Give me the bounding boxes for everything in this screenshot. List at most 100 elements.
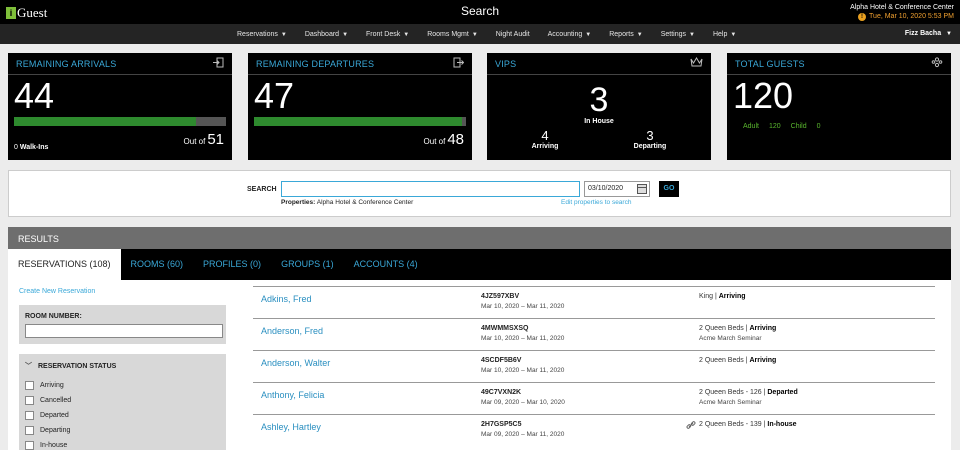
- reservation-status: Departed: [767, 389, 798, 396]
- people-icon: [931, 56, 943, 71]
- reservation-row[interactable]: Anthony, Felicia 49C7VXN2K Mar 09, 2020 – …: [253, 382, 935, 415]
- results-header: RESULTS: [8, 227, 951, 249]
- property-name: Alpha Hotel & Conference Center: [850, 4, 954, 11]
- tab-groups[interactable]: GROUPS (1): [271, 249, 344, 280]
- card-header: VIPS: [487, 53, 711, 75]
- vips-departing-count: 3: [646, 128, 654, 143]
- nav-item-label: Reports: [609, 30, 634, 38]
- guest-breakdown: Adult 120 Child 0: [743, 123, 831, 130]
- arrivals-total: 51: [207, 131, 224, 148]
- reservation-row[interactable]: Anderson, Walter 4SCDF5B6V Mar 10, 2020 – …: [253, 350, 935, 383]
- tab-reservations[interactable]: RESERVATIONS (108): [8, 249, 121, 280]
- create-reservation-link[interactable]: Create New Reservation: [19, 288, 95, 295]
- confirmation-number: 4SCDF5B6V: [481, 357, 522, 364]
- child-count: 0: [816, 123, 821, 130]
- card-title: REMAINING ARRIVALS: [16, 58, 117, 69]
- nav-item-reservations[interactable]: Reservations ▼: [237, 31, 287, 38]
- card-title: VIPS: [495, 58, 517, 69]
- search-input[interactable]: [281, 181, 580, 197]
- date-value: 03/10/2020: [588, 185, 624, 192]
- vips-in-house-count: 3: [589, 81, 609, 119]
- room-info: 2 Queen Beds | Arriving: [699, 325, 776, 332]
- nav-item-night-audit[interactable]: Night Audit: [496, 31, 530, 38]
- room-info: 2 Queen Beds - 126 | Departed: [699, 389, 798, 396]
- guest-name-link[interactable]: Ashley, Hartley: [261, 422, 321, 432]
- nav-item-accounting[interactable]: Accounting ▼: [548, 31, 592, 38]
- status-option-label: Departed: [40, 412, 69, 419]
- status-option-cancelled[interactable]: Cancelled: [25, 396, 71, 405]
- nav-item-settings[interactable]: Settings ▼: [661, 31, 695, 38]
- guest-name-link[interactable]: Adkins, Fred: [261, 294, 312, 304]
- nav-item-rooms-mgmt[interactable]: Rooms Mgmt ▼: [427, 31, 478, 38]
- status-option-arriving[interactable]: Arriving: [25, 381, 64, 390]
- guest-name-link[interactable]: Anderson, Fred: [261, 326, 323, 336]
- vips-arriving: 4 Arriving: [515, 129, 575, 150]
- guest-name-link[interactable]: Anderson, Walter: [261, 358, 330, 368]
- header-info: Alpha Hotel & Conference Center ! Tue, M…: [850, 3, 954, 21]
- reservation-row[interactable]: Anderson, Fred 4MWMMSXSQ Mar 10, 2020 – Ma…: [253, 318, 935, 351]
- tab-accounts[interactable]: ACCOUNTS (4): [344, 249, 428, 280]
- tab-profiles[interactable]: PROFILES (0): [193, 249, 271, 280]
- edit-properties-link[interactable]: Edit properties to search: [561, 199, 631, 206]
- user-menu[interactable]: Fizz Bacha ▼: [905, 30, 952, 37]
- guest-name-link[interactable]: Anthony, Felicia: [261, 390, 324, 400]
- nav-item-reports[interactable]: Reports ▼: [609, 31, 642, 38]
- checkbox[interactable]: [25, 396, 34, 405]
- link-icon[interactable]: [686, 420, 696, 432]
- remaining-arrivals-card[interactable]: REMAINING ARRIVALS 44 Out of 51 0 Walk-In…: [8, 53, 232, 160]
- card-title: TOTAL GUESTS: [735, 58, 805, 69]
- nav-menu: Reservations ▼ Dashboard ▼ Front Desk ▼ Rooms …: [237, 24, 754, 44]
- date-field[interactable]: 03/10/2020: [584, 181, 650, 197]
- confirmation-number: 49C7VXN2K: [481, 389, 522, 396]
- chevron-down-icon: ▼: [280, 31, 287, 38]
- calendar-icon[interactable]: [637, 184, 647, 194]
- checkbox[interactable]: [25, 441, 34, 450]
- nav-item-label: Help: [712, 30, 728, 38]
- status-option-departing[interactable]: Departing: [25, 426, 70, 435]
- status-option-in-house[interactable]: In-house: [25, 441, 67, 450]
- confirmation-number: 4MWMMSXSQ: [481, 325, 529, 332]
- room-type: 2 Queen Beds |: [699, 357, 750, 364]
- checkbox[interactable]: [25, 411, 34, 420]
- walk-ins-label: Walk-Ins: [19, 144, 49, 151]
- room-info: 2 Queen Beds - 139 | In-house: [699, 421, 797, 428]
- chevron-down-icon: ▼: [636, 31, 643, 38]
- room-number-input[interactable]: [25, 324, 223, 338]
- reservation-status: Arriving: [749, 325, 777, 332]
- search-label: SEARCH: [247, 186, 277, 193]
- alert-icon[interactable]: !: [858, 12, 867, 21]
- chevron-down-icon: ▼: [585, 31, 592, 38]
- vips-card[interactable]: VIPS 3 In House 4 Arriving 3 Departing: [487, 53, 711, 160]
- checkbox[interactable]: [25, 381, 34, 390]
- nav-item-dashboard[interactable]: Dashboard ▼: [305, 31, 348, 38]
- nav-item-front-desk[interactable]: Front Desk ▼: [366, 31, 409, 38]
- vips-departing-label: Departing: [633, 143, 667, 150]
- nav-item-label: Accounting: [547, 30, 583, 38]
- nav-item-label: Rooms Mgmt: [427, 30, 469, 38]
- status-option-departed[interactable]: Departed: [25, 411, 69, 420]
- nav-item-help[interactable]: Help ▼: [713, 31, 736, 38]
- chevron-down-icon: ▼: [342, 31, 349, 38]
- arrivals-progress-fill: [14, 117, 197, 126]
- card-header: REMAINING DEPARTURES: [248, 53, 472, 75]
- properties-value: Alpha Hotel & Conference Center: [316, 199, 414, 206]
- checkbox[interactable]: [25, 426, 34, 435]
- out-of-label: Out of: [183, 137, 206, 146]
- go-button[interactable]: GO: [659, 181, 679, 197]
- room-type: 2 Queen Beds - 126 |: [699, 389, 768, 396]
- chevron-down-icon: ▼: [946, 31, 952, 37]
- walk-ins-count: 0: [14, 144, 18, 151]
- adult-count: 120: [768, 123, 781, 130]
- reservation-status-header[interactable]: ﹀ RESERVATION STATUS: [25, 361, 116, 371]
- nav-item-label: Settings: [660, 30, 686, 38]
- total-guests-card[interactable]: TOTAL GUESTS 120 Adult 120 Child 0: [727, 53, 951, 160]
- remaining-departures-card[interactable]: REMAINING DEPARTURES 47 Out of 48: [248, 53, 472, 160]
- tab-rooms[interactable]: ROOMS (60): [121, 249, 194, 280]
- walk-ins: 0 Walk-Ins: [14, 144, 48, 151]
- reservation-row[interactable]: Ashley, Hartley 2H7GSP5C5 Mar 09, 2020 – M…: [253, 414, 935, 447]
- sign-out-icon: [453, 57, 465, 71]
- room-info: King | Arriving: [699, 293, 746, 300]
- out-of-label: Out of: [423, 137, 446, 146]
- reservation-row[interactable]: Adkins, Fred 4JZ597XBV Mar 10, 2020 – Mar …: [253, 286, 935, 319]
- departures-progress-fill: [254, 117, 462, 126]
